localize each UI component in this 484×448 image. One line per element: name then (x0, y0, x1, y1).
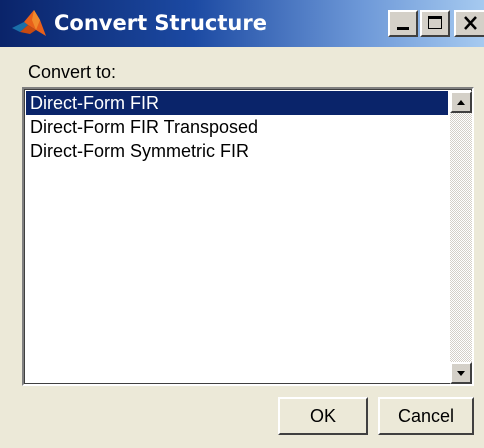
minimize-button[interactable] (388, 10, 418, 37)
maximize-button[interactable] (420, 10, 450, 37)
list-item-direct-form-symmetric-fir[interactable]: Direct-Form Symmetric FIR (26, 139, 448, 163)
list-item-direct-form-fir[interactable]: Direct-Form FIR (26, 91, 448, 115)
list-item-direct-form-fir-transposed[interactable]: Direct-Form FIR Transposed (26, 115, 448, 139)
cancel-button[interactable]: Cancel (378, 397, 474, 435)
close-button[interactable] (454, 10, 484, 37)
convert-to-label: Convert to: (28, 62, 117, 82)
title-bar[interactable]: Convert Structure (0, 0, 484, 47)
scroll-up-button[interactable] (450, 91, 472, 113)
maximize-icon (428, 16, 442, 29)
window-title: Convert Structure (54, 11, 267, 35)
ok-button[interactable]: OK (278, 397, 368, 435)
scroll-down-button[interactable] (450, 362, 472, 384)
convert-structure-dialog: Convert Structure Convert to: Direct-For… (0, 0, 484, 448)
minimize-icon (397, 27, 409, 30)
arrow-down-icon (457, 371, 465, 376)
structure-listbox[interactable]: Direct-Form FIR Direct-Form FIR Transpos… (22, 87, 474, 386)
matlab-logo-icon (12, 10, 46, 36)
vertical-scrollbar[interactable] (450, 91, 472, 384)
close-icon (464, 16, 477, 30)
structure-list: Direct-Form FIR Direct-Form FIR Transpos… (26, 91, 448, 163)
arrow-up-icon (457, 100, 465, 105)
